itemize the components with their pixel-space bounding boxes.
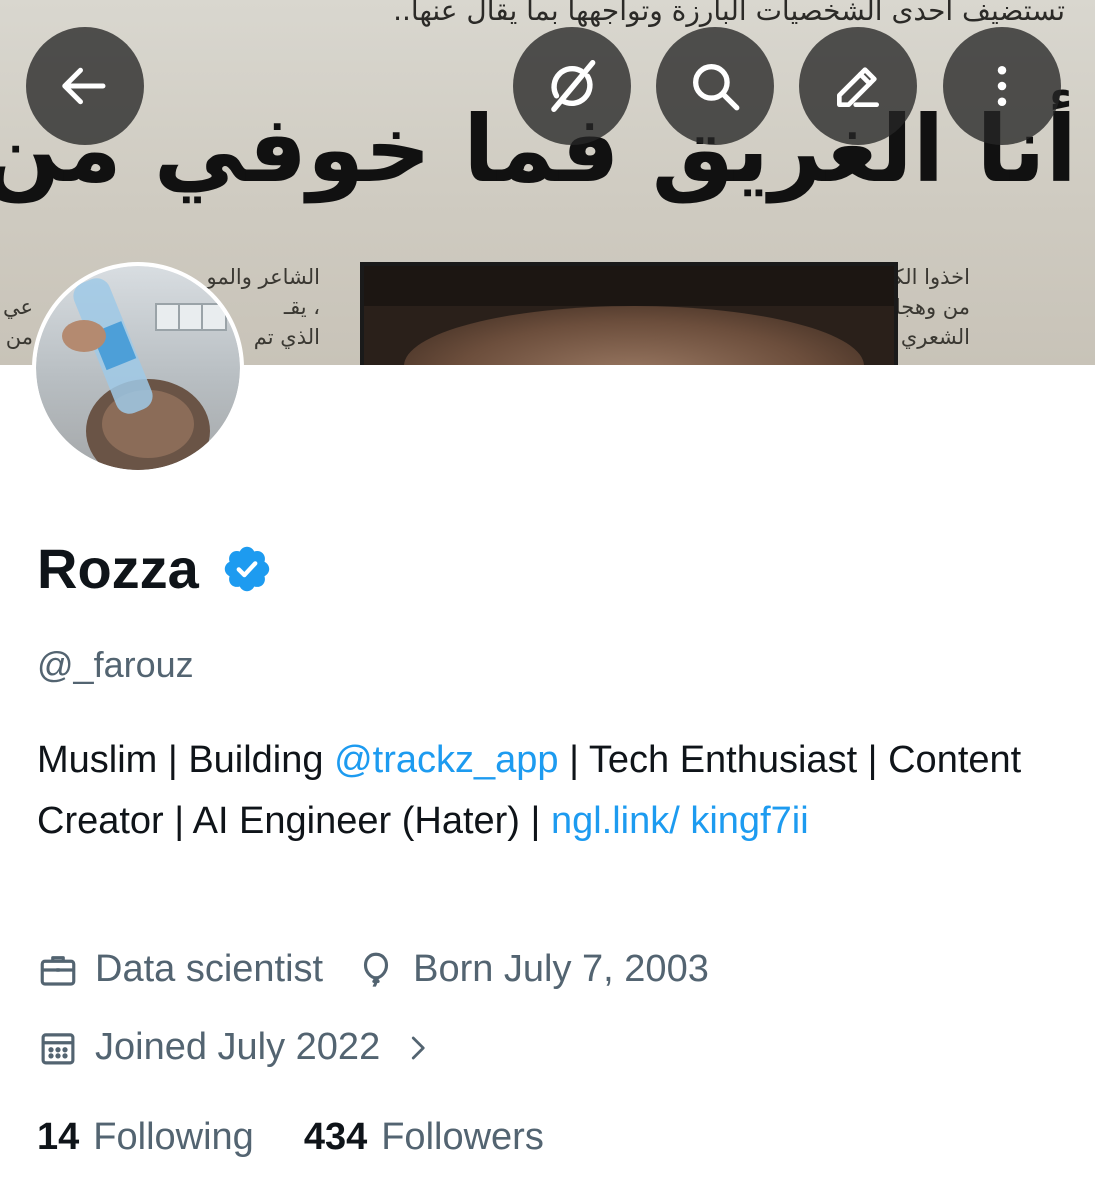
briefcase-icon [40, 955, 76, 986]
back-button[interactable] [26, 27, 144, 145]
grok-button[interactable] [513, 27, 631, 145]
banner-column-edge: عي من [2, 295, 33, 349]
profession-item: Data scientist [37, 948, 323, 991]
grok-icon [551, 60, 596, 112]
avatar-photo [62, 278, 227, 470]
followers-count: 434 [303, 1116, 368, 1158]
follow-stats: 14 Following 434 Followers [37, 1116, 544, 1159]
following-label: Following [93, 1116, 254, 1158]
followers-link[interactable]: 434 Followers [304, 1116, 544, 1159]
avatar[interactable] [32, 262, 244, 474]
profile-name-row: Rozza [37, 536, 273, 601]
calendar-icon [41, 1032, 75, 1064]
followers-label: Followers [381, 1116, 544, 1158]
arrow-left-icon [62, 67, 106, 105]
verified-badge-icon [224, 546, 270, 591]
following-link[interactable]: 14 Following [37, 1116, 254, 1159]
joined-row[interactable]: Joined July 2022 [37, 1026, 432, 1069]
following-count: 14 [37, 1116, 80, 1158]
birthday-text: Born July 7, 2003 [413, 948, 709, 990]
bio-mention-link[interactable]: @trackz_app [334, 739, 558, 781]
more-vertical-icon [997, 65, 1007, 107]
profile-handle: @_farouz [37, 644, 194, 685]
profile-bio: Muslim | Building @trackz_app | Tech Ent… [37, 739, 1022, 842]
profile-meta-row: Data scientist Born July 7, 2003 [37, 948, 709, 991]
balloon-icon [364, 952, 389, 987]
pencil-icon [837, 67, 879, 107]
profession-text: Data scientist [95, 948, 324, 990]
profile-name: Rozza [37, 537, 199, 600]
search-icon [693, 64, 740, 111]
banner-photo [360, 262, 898, 365]
bio-url-link[interactable]: ngl.link/ kingf7ii [551, 800, 809, 842]
banner-top-line: تستضيف احدى الشخصيات البارزة وتواجهها بم… [393, 0, 1065, 27]
more-button[interactable] [943, 27, 1061, 145]
joined-text: Joined July 2022 [95, 1026, 381, 1068]
search-button[interactable] [656, 27, 774, 145]
birthday-item: Born July 7, 2003 [355, 948, 709, 991]
chevron-right-icon [412, 1036, 425, 1059]
edit-button[interactable] [799, 27, 917, 145]
